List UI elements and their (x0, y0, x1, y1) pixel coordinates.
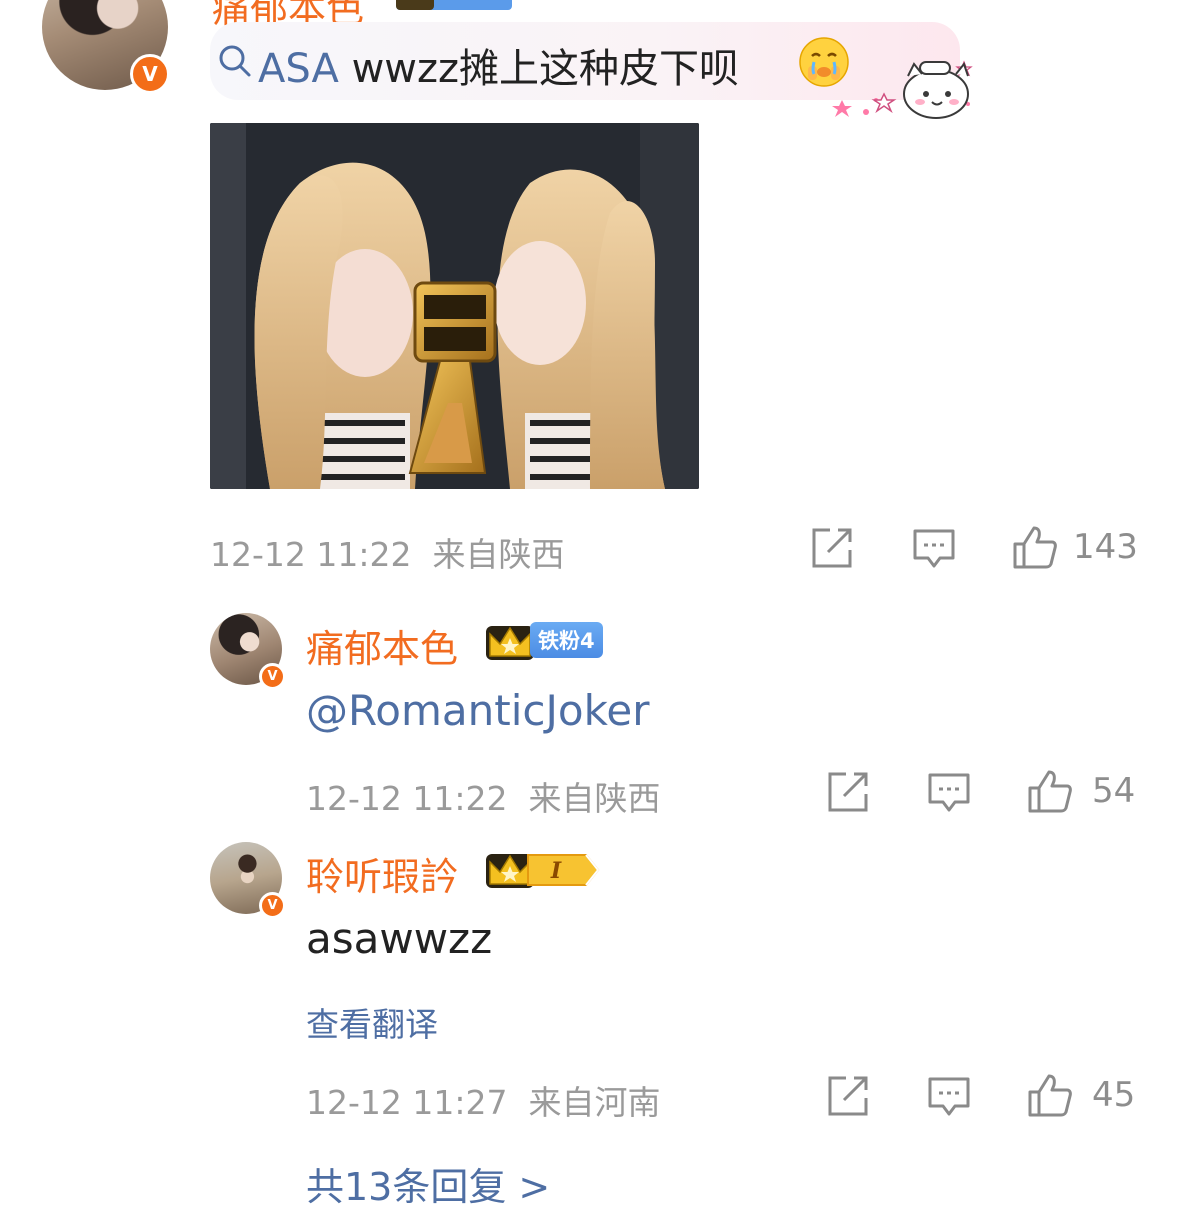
like-icon[interactable] (1027, 768, 1073, 814)
reply-author-name[interactable]: 痛郁本色 (306, 618, 458, 673)
verified-badge: V (259, 892, 286, 919)
share-icon[interactable] (826, 770, 870, 814)
comment-icon[interactable] (927, 770, 971, 814)
comment-icon[interactable] (912, 526, 956, 570)
reply-timestamp: 12-12 11:27 (306, 1083, 508, 1122)
award-photo-image (210, 123, 699, 489)
post-text: wwzz摊上这种皮下呗 (338, 46, 739, 92)
verified-badge: V (259, 663, 286, 690)
post-meta: 12-12 11:22 来自陕西 (210, 528, 564, 576)
level-badge: I (527, 854, 600, 886)
share-icon[interactable] (810, 526, 854, 570)
like-icon[interactable] (1027, 1072, 1073, 1118)
verified-badge: V (130, 54, 170, 94)
reply-timestamp: 12-12 11:22 (306, 779, 508, 818)
reply-author-name[interactable]: 聆听瑕訡 (306, 846, 458, 901)
level-badge-text: I (550, 858, 562, 884)
search-highlight: ASA (258, 46, 339, 92)
like-count: 45 (1092, 1075, 1136, 1115)
reply-location: 来自河南 (528, 1083, 661, 1122)
post-photo[interactable] (210, 123, 699, 489)
reply-meta: 12-12 11:22 来自陕西 (306, 772, 660, 820)
more-replies-link[interactable]: 共13条回复 > (306, 1156, 550, 1211)
search-suggestion-text[interactable]: ASA wwzz摊上这种皮下呗 (258, 36, 739, 94)
crown-icon (396, 0, 434, 10)
comment-icon[interactable] (927, 1074, 971, 1118)
like-count: 143 (1073, 527, 1138, 567)
mention-link[interactable]: @RomanticJoker (306, 686, 650, 735)
cat-sticker-icon (832, 60, 973, 119)
post-location: 来自陕西 (432, 535, 565, 574)
fan-badge: 铁粉4 (530, 622, 603, 658)
post-timestamp: 12-12 11:22 (210, 535, 412, 574)
like-icon[interactable] (1012, 524, 1058, 570)
reply-meta: 12-12 11:27 来自河南 (306, 1076, 660, 1124)
reply-location: 来自陕西 (528, 779, 661, 818)
crown-icon (486, 626, 534, 660)
reply-text: asawwzz (306, 914, 493, 963)
translate-link[interactable]: 查看翻译 (306, 998, 438, 1046)
search-icon (219, 45, 251, 77)
share-icon[interactable] (826, 1074, 870, 1118)
reply-text: @RomanticJoker (306, 686, 650, 735)
like-count: 54 (1092, 771, 1136, 811)
